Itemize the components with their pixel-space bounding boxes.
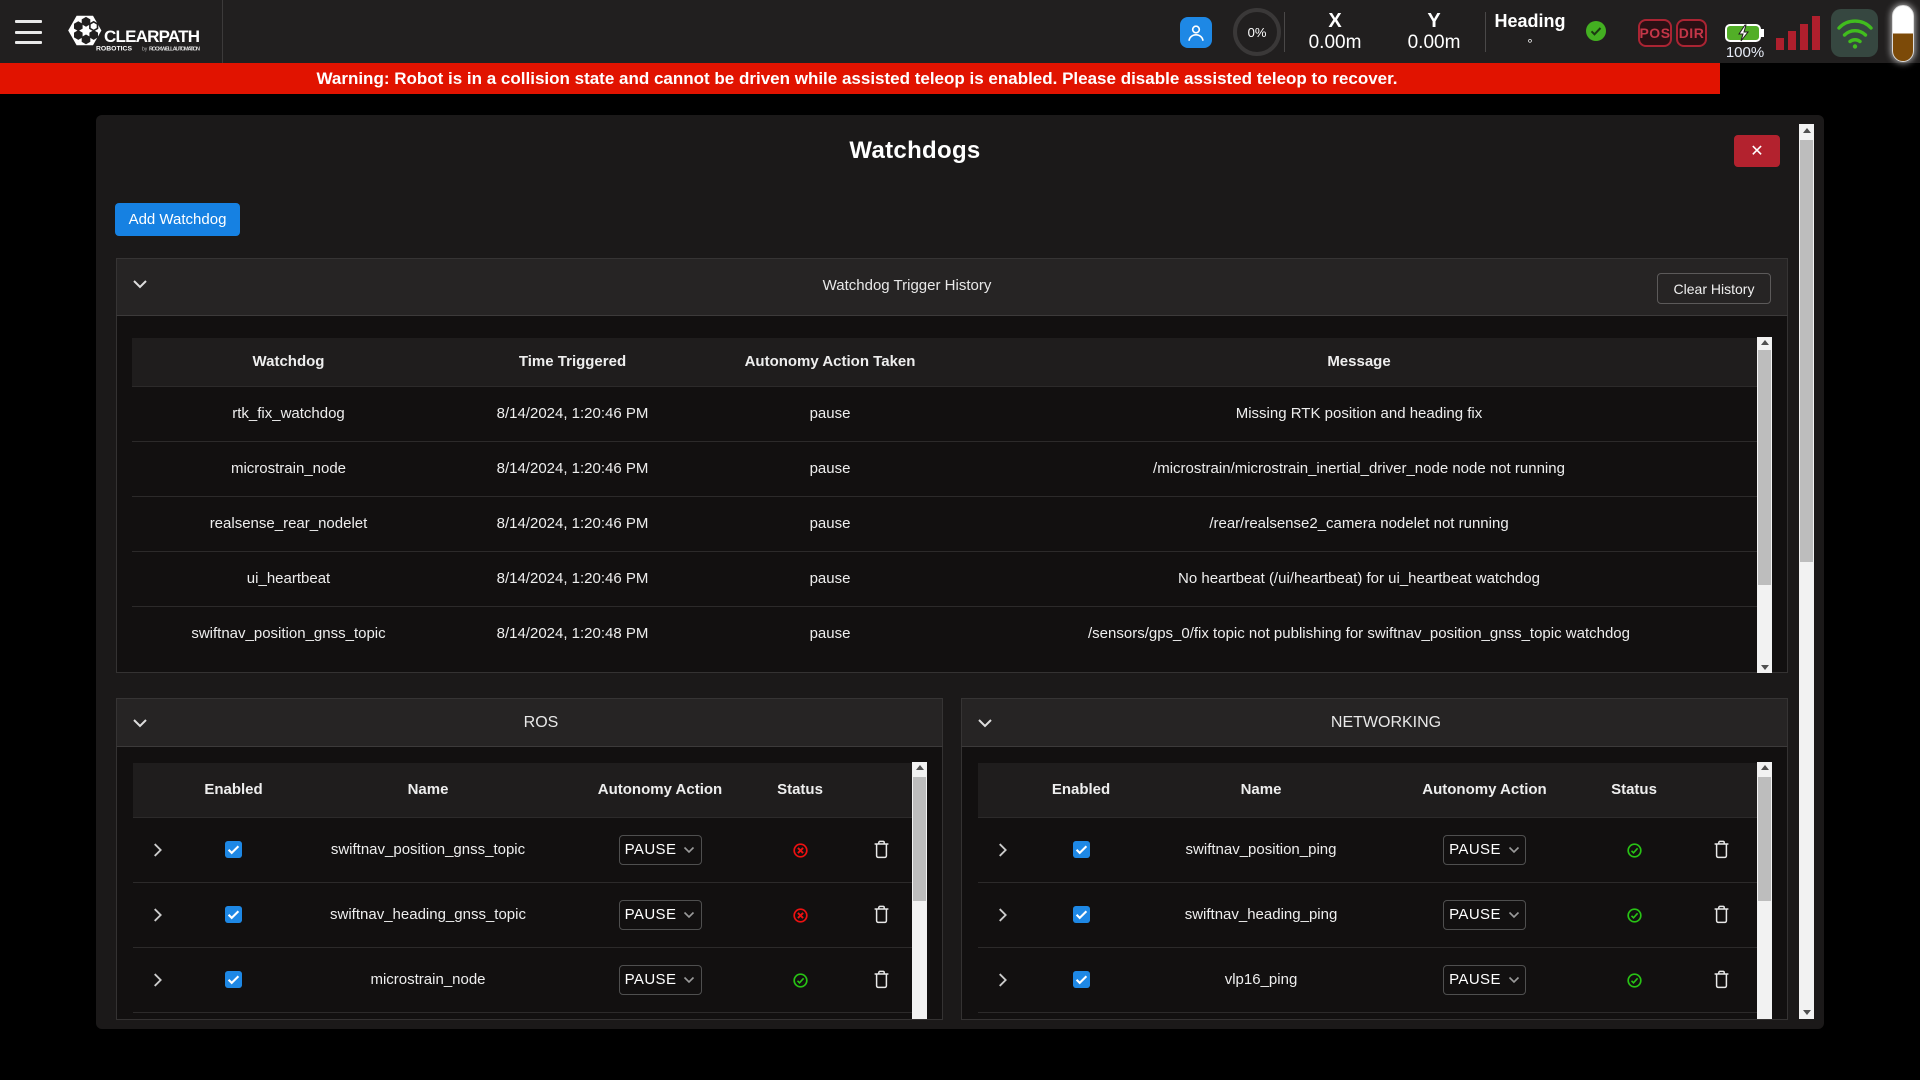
svg-text:ROCKWELL AUTOMATION: ROCKWELL AUTOMATION [149, 47, 200, 53]
svg-text:ROBOTICS: ROBOTICS [96, 46, 132, 53]
svg-text:by: by [142, 47, 148, 53]
svg-text:CLEARPATH: CLEARPATH [104, 27, 200, 46]
